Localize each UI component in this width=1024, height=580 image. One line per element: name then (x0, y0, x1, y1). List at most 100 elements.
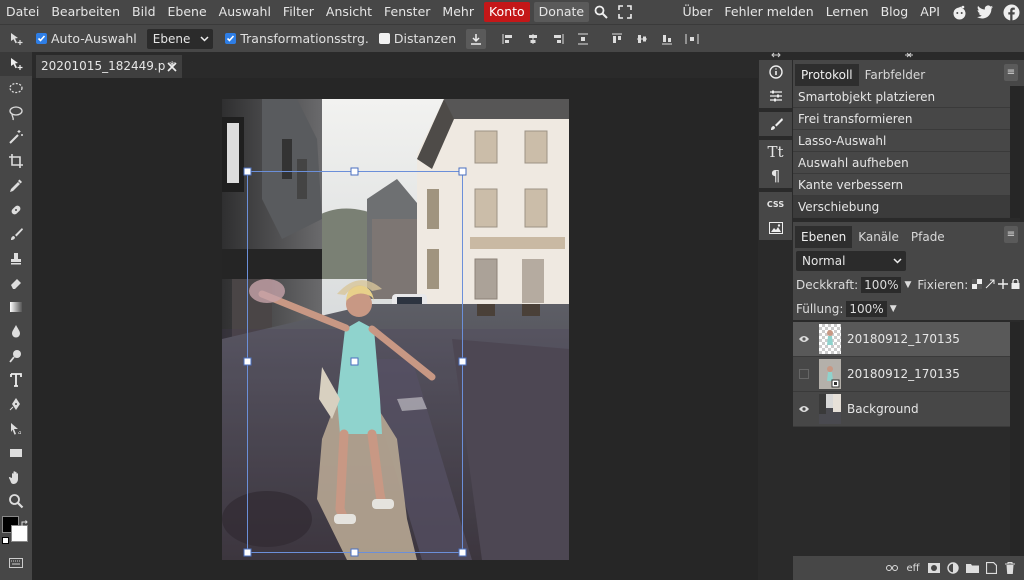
align-center-h-icon[interactable] (523, 29, 543, 49)
character-icon[interactable]: Tt (759, 140, 792, 164)
transform-checkbox[interactable] (225, 33, 237, 44)
eye-icon[interactable] (793, 405, 815, 413)
tab-farbfelder[interactable]: Farbfelder (859, 64, 932, 86)
layer-row[interactable]: 20180912_170135 (793, 357, 1010, 392)
healing-tool[interactable] (0, 198, 32, 222)
layer-name[interactable]: Background (847, 402, 919, 416)
fill-input[interactable]: 100% (846, 301, 887, 317)
auto-select-option[interactable]: Auto-Auswahl (36, 31, 137, 46)
layer-row[interactable]: 20180912_170135 (793, 322, 1010, 357)
hand-tool[interactable] (0, 465, 32, 489)
eraser-tool[interactable] (0, 271, 32, 295)
collapse-arrows-icon[interactable] (758, 52, 793, 60)
brush-tool[interactable] (0, 222, 32, 246)
distances-checkbox[interactable] (378, 33, 390, 44)
lock-all-icon[interactable] (1011, 278, 1020, 292)
blur-tool[interactable] (0, 319, 32, 343)
history-item[interactable]: Auswahl aufheben (793, 152, 1010, 174)
swap-colors-icon[interactable] (21, 516, 29, 526)
menu-ebene[interactable]: Ebene (162, 0, 213, 24)
adjustments-icon[interactable] (759, 84, 792, 108)
opacity-dropdown-icon[interactable]: ▼ (904, 280, 911, 290)
document-tab[interactable]: 20201015_182449.p * (36, 55, 182, 78)
distribute-h-icon[interactable] (573, 29, 593, 49)
search-icon[interactable] (589, 0, 613, 24)
facebook-icon[interactable] (998, 0, 1024, 24)
menu-ansicht[interactable]: Ansicht (320, 0, 378, 24)
gradient-tool[interactable] (0, 295, 32, 319)
layer-row[interactable]: Background (793, 392, 1010, 427)
tab-ebenen[interactable]: Ebenen (795, 226, 853, 248)
tab-protokoll[interactable]: Protokoll (795, 64, 859, 86)
delete-layer-icon[interactable] (1002, 560, 1018, 576)
image-icon[interactable] (759, 216, 792, 240)
align-right-icon[interactable] (548, 29, 568, 49)
info-icon[interactable] (759, 60, 792, 84)
history-scrollbar[interactable] (1010, 86, 1020, 218)
folder-icon[interactable] (964, 560, 980, 576)
transform-option[interactable]: Transformationsstrg. (225, 31, 369, 46)
visibility-toggle-off-icon[interactable] (793, 369, 815, 379)
stamp-tool[interactable] (0, 246, 32, 270)
background-color[interactable] (11, 524, 28, 542)
fullscreen-icon[interactable] (613, 0, 637, 24)
eye-icon[interactable] (793, 335, 815, 343)
document-canvas[interactable] (222, 99, 569, 560)
move-tool[interactable] (0, 52, 32, 77)
menu-filter[interactable]: Filter (277, 0, 320, 24)
brush-settings-icon[interactable] (759, 112, 792, 136)
lasso-tool[interactable] (0, 101, 32, 125)
donate-button[interactable]: Donate (533, 2, 590, 22)
mask-icon[interactable] (926, 560, 942, 576)
menu-fehler-melden[interactable]: Fehler melden (718, 0, 819, 24)
history-item[interactable]: Kante verbessern (793, 174, 1010, 196)
keyboard-tool[interactable] (0, 554, 32, 572)
menu-datei[interactable]: Datei (0, 0, 45, 24)
tab-pfade[interactable]: Pfade (905, 226, 951, 248)
lock-position-icon[interactable] (998, 278, 1009, 292)
menu-api[interactable]: API (914, 0, 946, 24)
align-middle-v-icon[interactable] (632, 29, 652, 49)
menu-auswahl[interactable]: Auswahl (213, 0, 277, 24)
menu-blog[interactable]: Blog (875, 0, 915, 24)
layer-name[interactable]: 20180912_170135 (847, 332, 960, 346)
eyedropper-tool[interactable] (0, 173, 32, 197)
auto-select-checkbox[interactable] (36, 33, 47, 44)
effects-icon[interactable]: eff (903, 560, 923, 576)
lock-pixels-icon[interactable] (985, 278, 995, 292)
blend-mode-select[interactable]: Normal (796, 251, 906, 271)
default-colors-icon[interactable] (2, 536, 9, 544)
tab-kanaele[interactable]: Kanäle (852, 226, 905, 248)
history-item[interactable]: Smartobjekt platzieren (793, 86, 1010, 108)
marquee-tool[interactable] (0, 76, 32, 100)
history-item-current[interactable]: Verschiebung (793, 196, 1010, 218)
history-item[interactable]: Lasso-Auswahl (793, 130, 1010, 152)
canvas-area[interactable] (32, 78, 758, 580)
download-icon[interactable] (466, 28, 487, 49)
zoom-tool[interactable] (0, 489, 32, 513)
fill-dropdown-icon[interactable]: ▼ (890, 304, 897, 314)
layers-scrollbar[interactable] (1010, 322, 1020, 558)
color-swatches[interactable] (0, 514, 32, 554)
distribute-v-icon[interactable] (682, 29, 702, 49)
distances-option[interactable]: Distanzen (378, 31, 456, 46)
opacity-input[interactable]: 100% (861, 277, 902, 293)
menu-uber[interactable]: Über (676, 0, 718, 24)
magic-wand-tool[interactable] (0, 125, 32, 149)
type-tool[interactable] (0, 368, 32, 392)
reddit-icon[interactable] (946, 0, 972, 24)
crop-tool[interactable] (0, 149, 32, 173)
css-icon[interactable]: CSS (759, 192, 792, 216)
shape-tool[interactable] (0, 441, 32, 465)
menu-bearbeiten[interactable]: Bearbeiten (45, 0, 126, 24)
history-menu-icon[interactable]: ≡ (1004, 64, 1018, 81)
align-left-icon[interactable] (498, 29, 518, 49)
twitter-icon[interactable] (972, 0, 998, 24)
adjustment-layer-icon[interactable] (945, 560, 961, 576)
close-icon[interactable] (167, 55, 177, 78)
layer-name[interactable]: 20180912_170135 (847, 367, 960, 381)
target-select[interactable]: Ebene (146, 28, 214, 49)
collapse-arrows-right-icon[interactable] (793, 52, 1024, 60)
dodge-tool[interactable] (0, 344, 32, 368)
history-item[interactable]: Frei transformieren (793, 108, 1010, 130)
